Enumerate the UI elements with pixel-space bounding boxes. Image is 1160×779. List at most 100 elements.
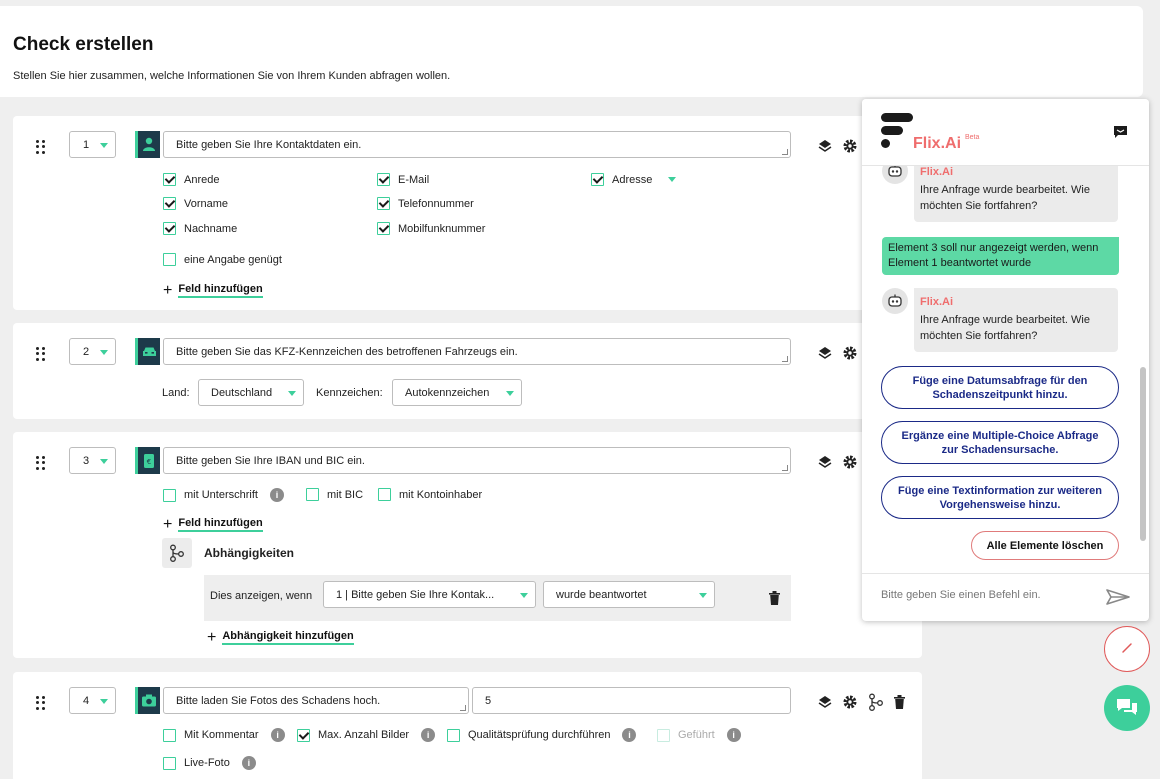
option-mit-kontoinhaber[interactable]: mit Kontoinhaber	[378, 488, 482, 501]
add-field-button[interactable]: + Feld hinzufügen	[163, 515, 263, 533]
option-mit-kommentar[interactable]: Mit Kommentar i	[163, 728, 285, 742]
option-mit-unterschrift[interactable]: mit Unterschrift i	[163, 488, 284, 502]
checkbox[interactable]	[163, 173, 176, 186]
option-gefuehrt: Geführt i	[657, 728, 741, 742]
question-input[interactable]: Bitte geben Sie das KFZ-Kennzeichen des …	[163, 338, 791, 365]
info-icon[interactable]: i	[241, 756, 256, 770]
magic-wand-button[interactable]	[1104, 626, 1150, 672]
checkbox[interactable]	[163, 728, 176, 742]
field-adresse[interactable]: Adresse	[591, 173, 677, 186]
element-number-select[interactable]: 4	[69, 687, 116, 714]
info-icon[interactable]: i	[269, 488, 284, 502]
field-email[interactable]: E-Mail	[377, 173, 429, 186]
field-telefonnummer[interactable]: Telefonnummer	[377, 197, 474, 210]
chevron-down-icon[interactable]	[668, 177, 677, 182]
layers-icon[interactable]	[818, 346, 832, 363]
drag-handle-icon[interactable]	[36, 140, 46, 154]
plus-icon: +	[163, 281, 173, 299]
option-live-foto[interactable]: Live-Foto i	[163, 756, 256, 770]
suggestion-button[interactable]: Füge eine Datumsabfrage für den Schadens…	[881, 366, 1119, 409]
checkbox[interactable]	[306, 488, 319, 501]
gear-icon[interactable]	[842, 138, 858, 157]
info-icon[interactable]: i	[726, 728, 741, 742]
flix-logo-icon	[881, 113, 915, 154]
field-nachname[interactable]: Nachname	[163, 222, 237, 235]
dependencies-title: Abhängigkeiten	[204, 546, 295, 560]
option-max-anzahl-bilder[interactable]: Max. Anzahl Bilder i	[297, 728, 436, 742]
checkbox[interactable]	[377, 173, 390, 186]
checkbox[interactable]	[297, 728, 310, 742]
land-select[interactable]: Deutschland	[198, 379, 304, 406]
assistant-command-input[interactable]: Bitte geben Sie einen Befehl ein.	[862, 573, 1149, 621]
gear-icon[interactable]	[842, 694, 858, 713]
bot-avatar-icon	[882, 288, 908, 314]
max-images-input[interactable]: 5	[472, 687, 791, 714]
bank-card-icon: €	[135, 447, 160, 474]
bot-message: Flix.Ai Ihre Anfrage wurde bearbeitet. Wi…	[882, 288, 1118, 352]
add-dependency-button[interactable]: + Abhängigkeit hinzufügen	[207, 628, 354, 646]
check-element-2: 2 Bitte geben Sie das KFZ-Kennzeichen de…	[13, 323, 922, 419]
field-vorname[interactable]: Vorname	[163, 197, 228, 210]
checkbox[interactable]	[591, 173, 604, 186]
checkbox[interactable]	[163, 253, 176, 266]
checkbox[interactable]	[447, 728, 460, 742]
drag-handle-icon[interactable]	[36, 456, 46, 470]
info-icon[interactable]: i	[622, 728, 637, 742]
checkbox[interactable]	[163, 756, 176, 770]
option-qualitaetspruefung[interactable]: Qualitätsprüfung durchführen i	[447, 728, 637, 742]
suggestion-button[interactable]: Ergänze eine Multiple-Choice Abfrage zur…	[881, 421, 1119, 464]
check-element-3: 3 € Bitte geben Sie Ihre IBAN und BIC ei…	[13, 432, 922, 658]
element-number-select[interactable]: 3	[69, 447, 116, 474]
suggestion-button[interactable]: Füge eine Textinformation zur weiteren V…	[881, 476, 1119, 519]
dependency-icon[interactable]	[868, 693, 884, 714]
delete-all-elements-button[interactable]: Alle Elemente löschen	[971, 531, 1119, 560]
field-anrede[interactable]: Anrede	[163, 173, 219, 186]
plate-select[interactable]: Autokennzeichen	[392, 379, 522, 406]
add-field-button[interactable]: + Feld hinzufügen	[163, 281, 263, 299]
dependency-condition-select[interactable]: wurde beantwortet	[543, 581, 715, 608]
checkbox[interactable]	[377, 197, 390, 210]
layers-icon[interactable]	[818, 139, 832, 156]
element-number-select[interactable]: 1	[69, 131, 116, 158]
land-label: Land:	[162, 387, 190, 399]
one-suffices-checkbox[interactable]: eine Angabe genügt	[163, 253, 282, 266]
info-icon[interactable]: i	[421, 728, 436, 742]
plate-label: Kennzeichen:	[316, 387, 383, 399]
bot-message: Flix.Ai Ihre Anfrage wurde bearbeitet. Wi…	[882, 158, 1118, 222]
assistant-brand: Flix.Ai	[913, 135, 962, 152]
assistant-scrollbar[interactable]	[1140, 367, 1146, 541]
info-icon[interactable]: i	[270, 728, 285, 742]
question-input[interactable]: Bitte laden Sie Fotos des Schadens hoch.	[163, 687, 469, 714]
page-subtitle: Stellen Sie hier zusammen, welche Inform…	[13, 70, 451, 82]
checkbox[interactable]	[378, 488, 391, 501]
checkbox[interactable]	[163, 222, 176, 235]
beta-badge: Beta	[965, 134, 980, 141]
dependency-icon	[162, 538, 192, 568]
drag-handle-icon[interactable]	[36, 347, 46, 361]
chat-bubble-icon[interactable]	[1113, 125, 1128, 142]
check-element-1: 1 Bitte geben Sie Ihre Kontaktdaten ein.…	[13, 116, 922, 310]
chat-support-button[interactable]	[1104, 685, 1150, 731]
question-input[interactable]: Bitte geben Sie Ihre IBAN und BIC ein.	[163, 447, 791, 474]
gear-icon[interactable]	[842, 345, 858, 364]
contact-person-icon	[135, 131, 160, 158]
field-mobilfunknummer[interactable]: Mobilfunknummer	[377, 222, 485, 235]
gear-icon[interactable]	[842, 454, 858, 473]
trash-icon[interactable]	[894, 695, 905, 712]
checkbox[interactable]	[163, 488, 176, 502]
trash-icon[interactable]	[769, 591, 780, 608]
wand-icon	[1120, 641, 1134, 658]
plus-icon: +	[163, 515, 173, 533]
option-mit-bic[interactable]: mit BIC	[306, 488, 363, 501]
dependency-label: Dies anzeigen, wenn	[210, 590, 313, 602]
plus-icon: +	[207, 628, 217, 646]
drag-handle-icon[interactable]	[36, 696, 46, 710]
layers-icon[interactable]	[818, 695, 832, 712]
send-icon[interactable]	[1106, 588, 1130, 609]
dependency-element-select[interactable]: 1 | Bitte geben Sie Ihre Kontak...	[323, 581, 536, 608]
layers-icon[interactable]	[818, 455, 832, 472]
element-number-select[interactable]: 2	[69, 338, 116, 365]
checkbox[interactable]	[377, 222, 390, 235]
question-input[interactable]: Bitte geben Sie Ihre Kontaktdaten ein.	[163, 131, 791, 158]
checkbox[interactable]	[163, 197, 176, 210]
